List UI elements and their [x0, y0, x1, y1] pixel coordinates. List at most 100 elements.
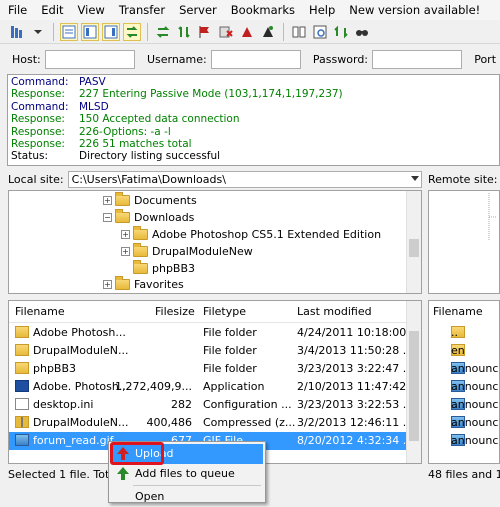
tree-item-favorites[interactable]: + Favorites [103, 276, 184, 293]
search-icon[interactable] [353, 23, 371, 41]
menu-help[interactable]: Help [309, 3, 335, 17]
file-row[interactable]: DrupalModuleN...File folder3/4/2013 11:5… [9, 342, 407, 360]
host-input[interactable] [45, 50, 135, 69]
file-list-scrollbar[interactable] [406, 301, 421, 463]
log-text: MLSD [79, 101, 109, 113]
local-site-label: Local site: [8, 173, 64, 186]
log-text: PASV [79, 76, 106, 88]
toolbar-divider [283, 23, 284, 41]
file-modified: 3/2/2013 12:46:11 ... [297, 416, 413, 429]
sync-browsing-icon[interactable] [332, 23, 350, 41]
menu-new-version-available[interactable]: New version available! [349, 3, 480, 17]
remote-file-row[interactable]: en [429, 342, 500, 360]
local-site-path-input[interactable]: C:\Users\Fatima\Downloads\ [68, 171, 422, 188]
tree-item-drupalmodulenew[interactable]: + DrupalModuleNew [121, 243, 253, 260]
remote-file-row[interactable]: announc... [429, 396, 500, 414]
menu-view[interactable]: View [78, 3, 105, 17]
tree-item-downloads[interactable]: − Downloads [103, 209, 194, 226]
remote-file-name: announc... [451, 398, 500, 411]
file-row[interactable]: DrupalModuleN...400,486Compressed (z...3… [9, 414, 407, 432]
password-input[interactable] [372, 50, 462, 69]
chevron-down-icon[interactable] [411, 176, 419, 181]
chevron-down-icon[interactable] [29, 23, 47, 41]
remote-file-row[interactable]: announc... [429, 360, 500, 378]
highlight-box [110, 442, 164, 465]
directory-compare-icon[interactable] [290, 23, 308, 41]
tree-item-label: Downloads [134, 211, 194, 224]
remote-file-row[interactable]: announc... [429, 378, 500, 396]
site-manager-icon[interactable] [8, 23, 26, 41]
file-type: File folder [203, 362, 257, 375]
column-filetype[interactable]: Filetype [203, 305, 246, 318]
expand-icon[interactable]: + [103, 280, 112, 289]
host-label: Host: [12, 53, 41, 66]
username-input[interactable] [211, 50, 301, 69]
remote-site-bar: Remote site: [428, 170, 500, 189]
menu-transfer[interactable]: Transfer [119, 3, 165, 17]
toggle-log-icon[interactable] [60, 23, 78, 41]
remote-file-name: announc... [451, 416, 500, 429]
menu-item-label: Add files to queue [135, 467, 235, 480]
remote-file-row[interactable]: .. [429, 324, 500, 342]
tree-item-label: DrupalModuleNew [152, 245, 253, 258]
reconnect-icon[interactable] [259, 23, 277, 41]
menu-file[interactable]: File [8, 3, 27, 17]
toggle-tree-icon[interactable] [81, 23, 99, 41]
menu-bookmarks[interactable]: Bookmarks [231, 3, 295, 17]
file-size: 1,272,409,9... [115, 380, 192, 393]
flag-icon[interactable] [196, 23, 214, 41]
column-filename[interactable]: Filename [15, 305, 65, 318]
tree-scrollbar[interactable] [406, 191, 421, 293]
file-modified: 3/23/2013 3:22:47 ... [297, 362, 413, 375]
file-size: 400,486 [147, 416, 193, 429]
remote-file-row[interactable]: announc... [429, 432, 500, 450]
menu-server[interactable]: Server [179, 3, 217, 17]
menu-item-open[interactable]: Open [111, 487, 263, 507]
log-row: Response:227 Entering Passive Mode (103,… [11, 88, 496, 100]
log-row: Status:Directory listing successful [11, 150, 496, 162]
folder-icon [115, 195, 130, 206]
tree-item-documents[interactable]: + Documents [103, 192, 197, 209]
file-modified: 2/10/2013 11:47:42... [297, 380, 417, 393]
filter-icon[interactable] [311, 23, 329, 41]
file-row[interactable]: Adobe Photosh...File folder4/24/2011 10:… [9, 324, 407, 342]
favorites-folder-icon [115, 279, 130, 290]
refresh-icon[interactable] [154, 23, 172, 41]
tree-item-label: phpBB3 [152, 262, 195, 275]
file-row[interactable]: phpBB3File folder3/23/2013 3:22:47 ... [9, 360, 407, 378]
remote-file-row[interactable]: announc... [429, 414, 500, 432]
expand-icon[interactable]: + [121, 247, 130, 256]
remote-site-label: Remote site: [428, 173, 498, 186]
process-queue-icon[interactable] [175, 23, 193, 41]
tree-item-phpbb3[interactable]: phpBB3 [133, 260, 195, 277]
menu-divider [133, 485, 261, 486]
folder-icon [15, 362, 29, 374]
quickconnect-bar: Host: Username: Password: Port [0, 46, 500, 72]
toggle-remote-tree-icon[interactable] [102, 23, 120, 41]
menu-item-add-to-queue[interactable]: Add files to queue [111, 464, 263, 484]
menu-edit[interactable]: Edit [41, 3, 63, 17]
file-row[interactable]: desktop.ini282Configuration ...3/23/2013… [9, 396, 407, 414]
file-name: DrupalModuleN... [33, 416, 128, 429]
collapse-icon[interactable]: − [103, 213, 112, 222]
tree-item-adobe[interactable]: + Adobe Photoshop CS5.1 Extended Edition [121, 226, 381, 243]
remote-file-name: announc... [451, 380, 500, 393]
message-log[interactable]: Command:PASVResponse:227 Entering Passiv… [7, 74, 500, 166]
remote-column-filename[interactable]: Filename [433, 305, 483, 318]
column-filesize[interactable]: Filesize [155, 305, 195, 318]
toggle-queue-icon[interactable] [123, 23, 141, 41]
app-icon [15, 380, 29, 392]
remote-file-name: .. [451, 326, 458, 339]
remote-status-text: 48 files and 1 [428, 466, 500, 484]
scrollbar-thumb[interactable] [409, 239, 419, 257]
expand-icon[interactable]: + [103, 196, 112, 205]
disconnect-icon[interactable] [238, 23, 256, 41]
log-row: Response:226-Options: -a -l [11, 126, 496, 138]
file-row[interactable]: Adobe. Photosh...1,272,409,9...Applicati… [9, 378, 407, 396]
column-last-modified[interactable]: Last modified [297, 305, 372, 318]
expand-icon[interactable]: + [121, 230, 130, 239]
cancel-icon[interactable] [217, 23, 235, 41]
scrollbar-thumb[interactable] [409, 331, 419, 441]
log-text: 226 51 matches total [79, 138, 192, 150]
log-key: Command: [11, 76, 79, 88]
